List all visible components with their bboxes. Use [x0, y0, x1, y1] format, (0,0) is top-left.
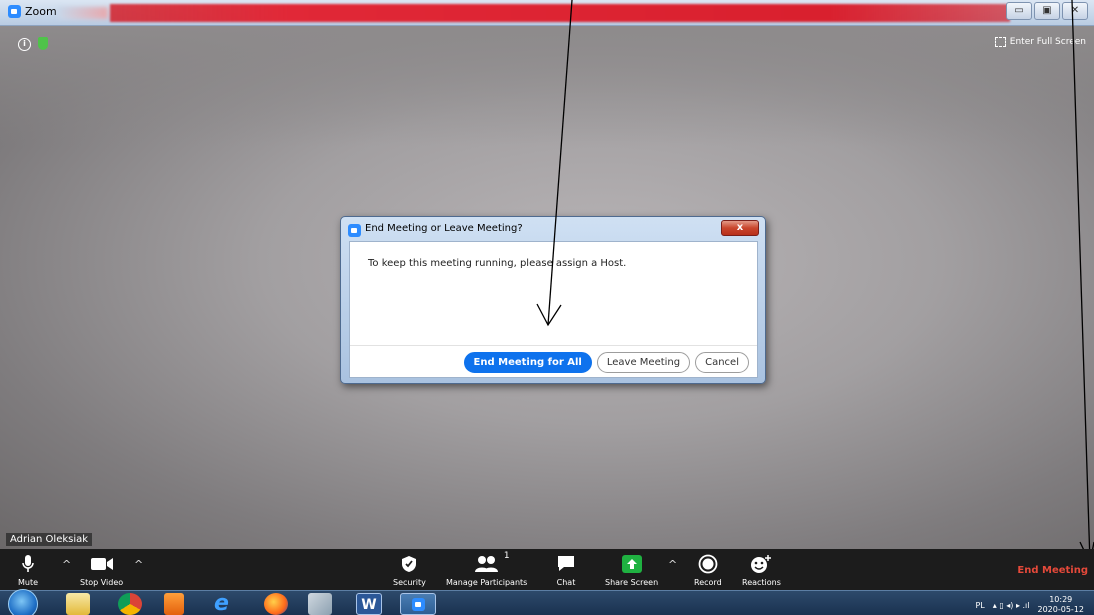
windows-taskbar: e W PL ▴ ▯ ◂) ▸ .ıl 10:29 2020-05-12: [0, 589, 1094, 615]
word-icon[interactable]: W: [356, 593, 382, 615]
cancel-button[interactable]: Cancel: [695, 352, 749, 373]
microphone-icon: [21, 553, 35, 575]
record-label: Record: [694, 578, 722, 587]
app-title-text: Zoom: [25, 5, 57, 18]
paint-icon[interactable]: [308, 593, 332, 615]
fullscreen-icon: [994, 37, 1006, 47]
record-icon: [698, 553, 718, 575]
info-icon[interactable]: i: [18, 38, 31, 51]
camera-icon: [90, 553, 114, 575]
chat-button[interactable]: Chat: [556, 553, 576, 587]
share-screen-label: Share Screen: [605, 578, 659, 587]
system-tray: PL ▴ ▯ ◂) ▸ .ıl 10:29 2020-05-12: [975, 595, 1084, 615]
window-title-bar: Zoom ▭ ▣ ✕: [0, 0, 1094, 26]
end-meeting-for-all-button[interactable]: End Meeting for All: [463, 352, 592, 373]
stop-video-button[interactable]: Stop Video: [80, 553, 123, 587]
blurred-tabs: [58, 7, 108, 19]
window-controls: ▭ ▣ ✕: [1006, 2, 1088, 20]
end-meeting-button[interactable]: End Meeting: [1017, 565, 1088, 576]
participant-name-tag: Adrian Oleksiak: [6, 533, 93, 546]
screen: Zoom ▭ ▣ ✕ i Enter Full Screen Adrian Ol…: [0, 0, 1094, 615]
participants-label: Manage Participants: [446, 578, 528, 587]
security-label: Security: [393, 578, 426, 587]
dialog-body: To keep this meeting running, please ass…: [349, 241, 758, 378]
blurred-title-bar: [110, 4, 1010, 22]
internet-explorer-icon[interactable]: e: [214, 593, 238, 615]
firefox-icon[interactable]: [264, 593, 288, 615]
share-screen-button[interactable]: Share Screen: [605, 553, 658, 587]
reactions-emoji-icon: [750, 553, 772, 575]
dialog-close-button[interactable]: x: [721, 220, 759, 236]
record-button[interactable]: Record: [694, 553, 722, 587]
media-player-icon[interactable]: [164, 593, 184, 615]
zoom-logo-icon: [8, 5, 21, 18]
manage-participants-button[interactable]: 1 Manage Participants: [446, 551, 528, 587]
reactions-button[interactable]: Reactions: [742, 553, 781, 587]
zoom-taskbar-icon[interactable]: [400, 593, 436, 615]
participants-icon: 1: [474, 551, 510, 575]
start-button[interactable]: [8, 589, 38, 615]
zoom-taskbar-logo-icon: [412, 598, 425, 611]
video-options-caret[interactable]: ^: [134, 558, 143, 571]
dialog-title: End Meeting or Leave Meeting?: [365, 223, 523, 234]
reactions-label: Reactions: [742, 578, 781, 587]
language-indicator[interactable]: PL: [975, 601, 984, 610]
leave-meeting-button[interactable]: Leave Meeting: [596, 352, 691, 373]
meeting-toolbar: Mute ^ Stop Video ^ Security 1 Manage Pa…: [0, 549, 1094, 590]
clock-time: 10:29: [1049, 595, 1073, 604]
dialog-button-row: End Meeting for All Leave Meeting Cancel: [463, 352, 749, 373]
dialog-zoom-logo-icon: [348, 224, 361, 237]
chat-label: Chat: [556, 578, 576, 587]
chrome-icon[interactable]: [118, 593, 142, 615]
enter-full-screen-label: Enter Full Screen: [1009, 37, 1086, 47]
dialog-divider: [350, 345, 757, 346]
close-window-button[interactable]: ✕: [1062, 2, 1088, 20]
encryption-shield-icon[interactable]: [38, 37, 48, 50]
end-meeting-dialog: End Meeting or Leave Meeting? x To keep …: [340, 216, 766, 384]
minimize-button[interactable]: ▭: [1006, 2, 1032, 20]
dialog-message: To keep this meeting running, please ass…: [368, 258, 627, 269]
share-screen-icon: [621, 553, 642, 575]
shield-icon: [401, 553, 417, 575]
app-title: Zoom: [8, 5, 57, 18]
participants-count: 1: [503, 551, 510, 561]
mute-label: Mute: [18, 578, 39, 587]
clock-date: 2020-05-12: [1037, 605, 1085, 614]
maximize-button[interactable]: ▣: [1034, 2, 1060, 20]
tray-icons[interactable]: ▴ ▯ ◂) ▸ .ıl: [993, 601, 1030, 610]
stop-video-label: Stop Video: [80, 578, 124, 587]
chat-bubble-icon: [556, 553, 576, 575]
audio-options-caret[interactable]: ^: [62, 558, 71, 571]
mute-button[interactable]: Mute: [18, 553, 38, 587]
share-options-caret[interactable]: ^: [668, 558, 677, 571]
clock[interactable]: 10:29 2020-05-12: [1038, 595, 1085, 615]
enter-full-screen-button[interactable]: Enter Full Screen: [994, 37, 1086, 47]
security-button[interactable]: Security: [393, 553, 426, 587]
file-explorer-icon[interactable]: [66, 593, 90, 615]
